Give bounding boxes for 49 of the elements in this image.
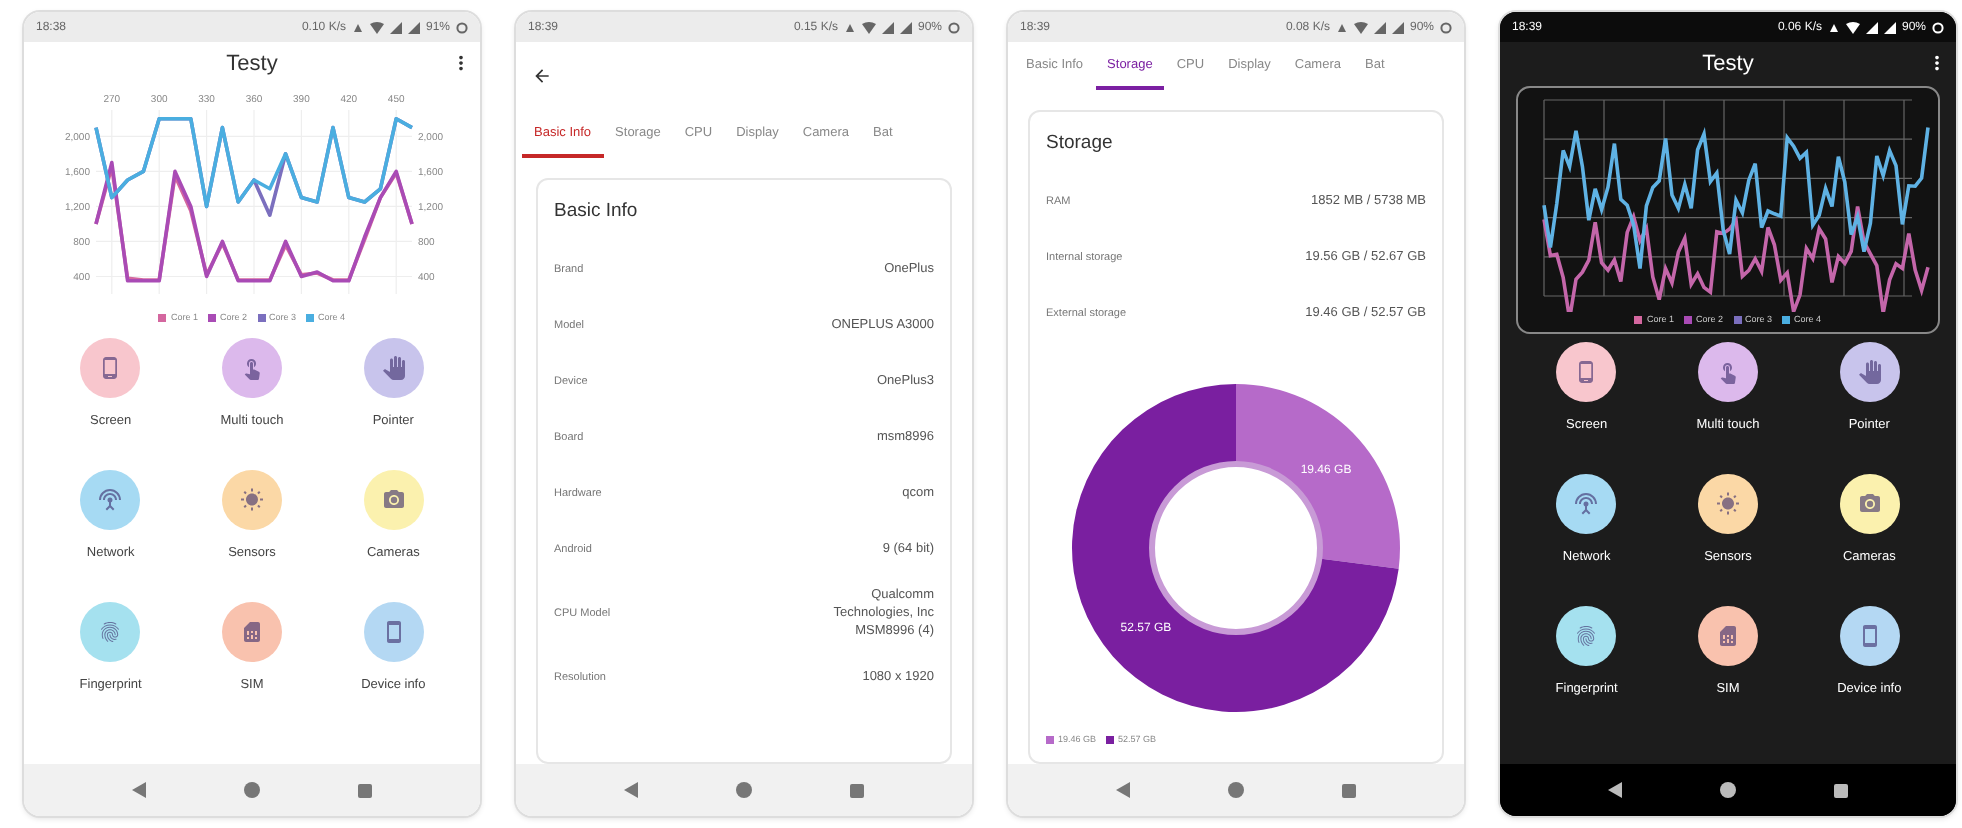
wifi-icon [861,21,876,33]
notification-icon [1827,21,1840,33]
feature-button[interactable] [1839,606,1900,666]
sim-card-icon [239,620,264,644]
feature-button[interactable] [1839,474,1900,534]
feature-button[interactable] [1697,606,1758,666]
antenna-icon [98,488,123,512]
app-title: Testy [1702,52,1754,76]
notification-icon [1335,21,1348,33]
card-title: Basic Info [554,200,640,222]
hand-icon [1857,360,1882,384]
wifi-icon [1353,21,1368,33]
phone-icon [98,356,123,380]
phone-icon [1574,360,1599,384]
legend-swatch [1046,735,1054,743]
back-arrow-icon[interactable] [532,66,552,86]
home-icon[interactable] [1719,782,1736,798]
feature-button[interactable] [1697,342,1758,402]
feature-button[interactable] [1556,474,1617,534]
sun-icon [1715,492,1740,516]
phone-icon [381,620,406,644]
touch-icon [1715,360,1740,384]
legend-swatch [1106,735,1115,743]
sim-card-icon [1715,624,1740,648]
back-icon[interactable] [1608,782,1623,798]
fingerprint-icon [1574,624,1599,648]
battery-icon [1440,21,1452,33]
app-title: Testy [226,52,278,76]
wifi-icon [1845,21,1860,33]
battery-icon [456,21,468,33]
notification-icon [351,21,364,33]
notification-icon [843,21,856,33]
fingerprint-icon [98,620,123,644]
battery-icon [1932,21,1944,33]
wifi-icon [369,21,384,33]
recents-icon[interactable] [1833,783,1848,797]
feature-button[interactable] [1839,342,1900,402]
antenna-icon [1574,492,1599,516]
camera-icon [381,488,406,512]
feature-button[interactable] [1556,342,1617,402]
battery-icon [948,21,960,33]
feature-button[interactable] [1697,474,1758,534]
camera-icon [1857,492,1882,516]
phone-icon [1857,624,1882,648]
sun-icon [239,488,264,512]
card-title: Storage [1046,132,1115,154]
touch-icon [239,356,264,380]
hand-icon [381,356,406,380]
feature-button[interactable] [1556,606,1617,666]
